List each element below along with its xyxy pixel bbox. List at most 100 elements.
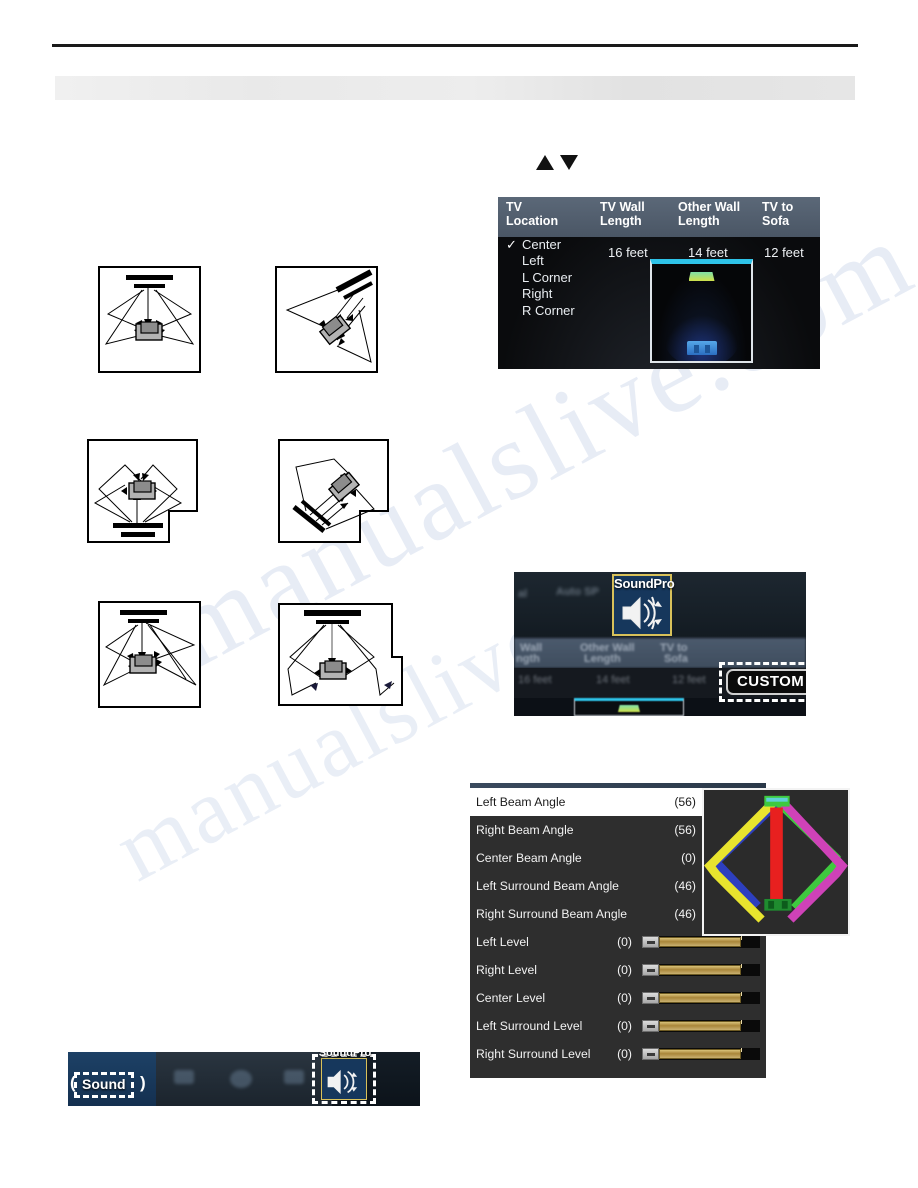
beam-path-diagram (702, 788, 850, 936)
slider-handle[interactable] (642, 1048, 659, 1060)
slider-handle[interactable] (642, 964, 659, 976)
slider-track (659, 1049, 741, 1059)
column-header-tv-wall-length: TV Wall Length (600, 200, 645, 228)
room-diagram-center-wall-l-room (87, 439, 198, 543)
slider-track (659, 1021, 741, 1031)
setting-label: Center Beam Angle (476, 851, 582, 865)
setting-value: (46) (674, 907, 696, 921)
sound-field-glow (664, 315, 739, 361)
bottom-menu-bar-screenshot[interactable]: ( Sound ) SoundPro (68, 1052, 420, 1106)
triangle-down-icon (560, 155, 578, 170)
setting-value: (0) (617, 935, 632, 949)
column-header-tv-location: TV Location (506, 200, 559, 228)
ghost-label-al: al (518, 588, 528, 600)
setting-row-right-level[interactable]: Right Level (0) (470, 956, 766, 984)
tv-menu-header-row: TV Location TV Wall Length Other Wall Lengt… (498, 197, 820, 237)
setting-value: (46) (674, 879, 696, 893)
tv-location-option-left[interactable]: Left (506, 253, 575, 269)
slider-handle[interactable] (642, 936, 659, 948)
slider-track (659, 937, 741, 947)
soundpro-overlay-screenshot[interactable]: al Auto SP Wall ngth Other Wall Length T… (514, 572, 806, 716)
slider-track (659, 993, 741, 1003)
soundpro-label: SoundPro (318, 1052, 372, 1059)
nav-arrow-hint (536, 155, 578, 170)
ghost-icon-1 (174, 1070, 194, 1084)
setting-label: Left Beam Angle (476, 795, 566, 809)
value-tv-to-sofa[interactable]: 12 feet (754, 245, 820, 260)
room-diagram-center-wall-square-room (98, 266, 201, 373)
header-rule (52, 44, 858, 47)
room-preview (650, 259, 753, 363)
tv-location-option-center[interactable]: ✓ Center (506, 237, 575, 253)
custom-callout: CUSTOM (719, 662, 806, 702)
sofa-icon (686, 341, 717, 355)
tv-location-label: Left (522, 253, 544, 269)
room-diagram-corner-placement-square-room (275, 266, 378, 373)
setting-label: Left Surround Level (476, 1019, 583, 1033)
tv-location-menu[interactable]: TV Location TV Wall Length Other Wall Lengt… (498, 197, 820, 369)
soundpro-label: SoundPro (614, 576, 675, 591)
right-paren-marker: ) (140, 1073, 146, 1092)
check-icon: ✓ (506, 237, 517, 252)
slider-handle[interactable] (642, 992, 659, 1004)
tv-location-option-right[interactable]: Right (506, 286, 575, 302)
setting-row-center-level[interactable]: Center Level (0) (470, 984, 766, 1012)
setting-value: (56) (674, 823, 696, 837)
speaker-waves-icon (327, 1069, 358, 1095)
slider-track (659, 965, 741, 975)
slider-tick (741, 964, 742, 968)
header-band (55, 76, 855, 100)
value-tv-wall-length[interactable]: 16 feet (592, 245, 670, 260)
setting-label: Right Beam Angle (476, 823, 574, 837)
blurred-room-preview (574, 698, 684, 716)
column-header-tv-to-sofa: TV to Sofa (762, 200, 794, 228)
tv-icon (688, 272, 715, 281)
setting-label: Right Surround Beam Angle (476, 907, 628, 921)
ghost-icon-3 (284, 1070, 304, 1084)
level-slider[interactable] (642, 992, 760, 1004)
slider-tick (741, 1048, 742, 1052)
tv-location-label: L Corner (522, 269, 573, 285)
triangle-up-icon (536, 155, 554, 170)
tv-location-label: R Corner (522, 302, 575, 318)
room-diagram-offset-wall-square-room (98, 601, 201, 708)
level-slider[interactable] (642, 1020, 760, 1032)
tv-location-option-r-corner[interactable]: R Corner (506, 303, 575, 319)
slider-tick (741, 1020, 742, 1024)
setting-value: (0) (617, 1047, 632, 1061)
setting-value: (0) (617, 1019, 632, 1033)
column-header-other-wall-length: Other Wall Length (678, 200, 741, 228)
setting-row-left-surround-level[interactable]: Left Surround Level (0) (470, 1012, 766, 1040)
setting-label: Left Surround Beam Angle (476, 879, 619, 893)
tv-location-label: Right (522, 286, 553, 302)
sound-label: Sound (82, 1076, 126, 1092)
setting-value: (0) (617, 963, 632, 977)
setting-row-right-surround-level[interactable]: Right Surround Level (0) (470, 1040, 766, 1068)
soundpro-button[interactable]: SoundPro (319, 1052, 371, 1100)
setting-label: Left Level (476, 935, 529, 949)
setting-label: Center Level (476, 991, 546, 1005)
speaker-waves-icon (622, 596, 662, 630)
sound-callout: Sound (74, 1072, 134, 1098)
level-slider[interactable] (642, 936, 760, 948)
slider-tick (741, 936, 742, 940)
setting-value: (0) (681, 851, 696, 865)
soundpro-button[interactable]: SoundPro (612, 574, 675, 636)
value-other-wall-length[interactable]: 14 feet (670, 245, 754, 260)
room-diagram-offset-wall-notched-room (278, 603, 403, 706)
setting-label: Right Level (476, 963, 537, 977)
level-slider[interactable] (642, 964, 760, 976)
level-slider[interactable] (642, 1048, 760, 1060)
tv-location-option-l-corner[interactable]: L Corner (506, 270, 575, 286)
slider-tick (741, 992, 742, 996)
room-diagram-corner-placement-l-room (278, 439, 389, 543)
tv-location-list[interactable]: ✓ Center Left L Corner Right R Corner (506, 237, 575, 319)
ghost-icon-2 (230, 1070, 252, 1088)
setting-value: (0) (617, 991, 632, 1005)
slider-handle[interactable] (642, 1020, 659, 1032)
setting-value: (56) (674, 795, 696, 809)
tv-location-label: Center (522, 237, 562, 252)
custom-button[interactable]: CUSTOM (726, 669, 806, 695)
setting-label: Right Surround Level (476, 1047, 591, 1061)
ghost-label-auto-sp: Auto SP (556, 586, 599, 598)
